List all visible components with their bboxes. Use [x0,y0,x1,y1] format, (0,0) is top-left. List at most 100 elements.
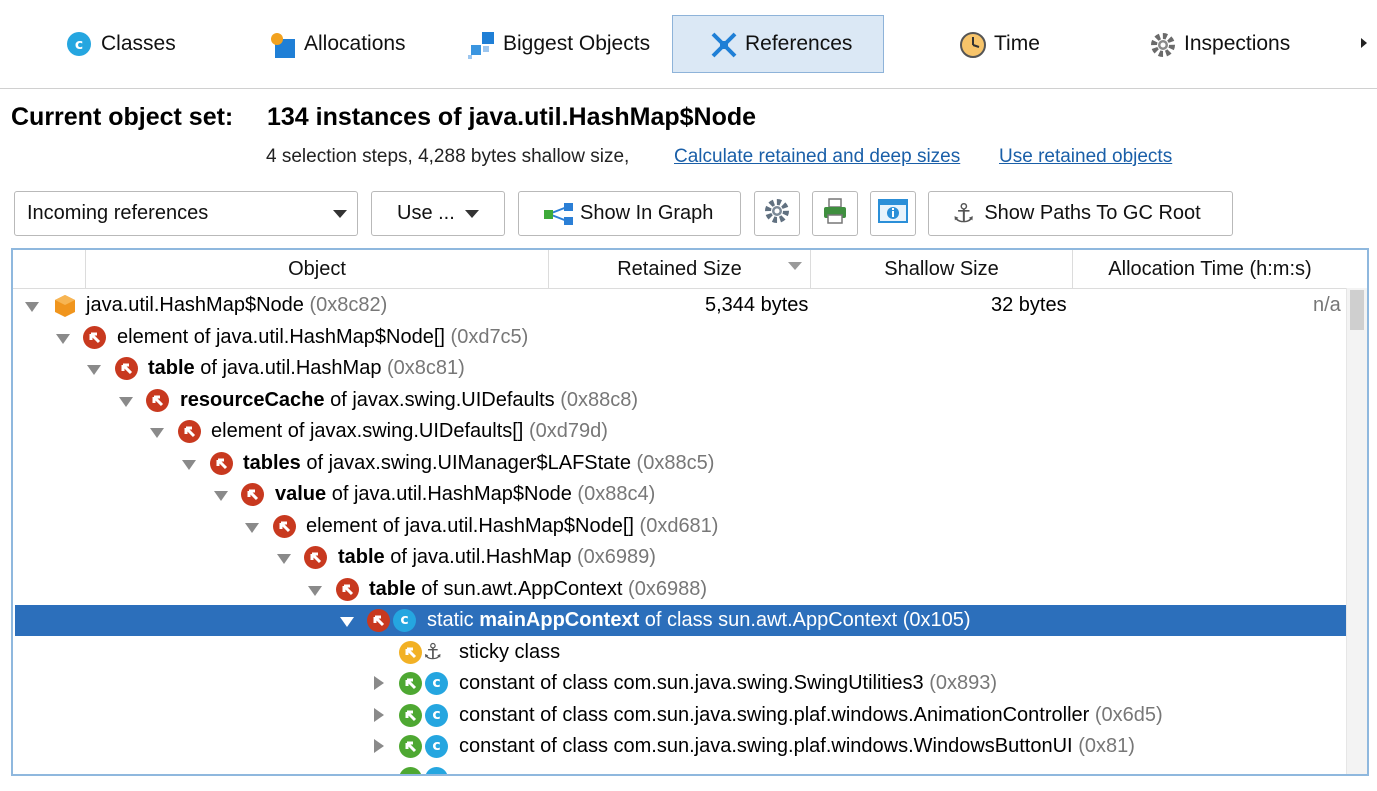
anchor-icon: ⚓ [952,198,976,229]
graph-icon [543,202,575,226]
printer-icon [821,197,849,231]
collapsed-arrow-icon[interactable] [374,676,384,690]
class-icon: c [393,609,416,632]
use-button-label: Use ... [397,202,455,224]
tree-row[interactable]: table of java.util.HashMap (0x8c81) [15,353,1346,384]
object-label: resourceCache of javax.swing.UIDefaults … [180,389,639,411]
tab-time-label: Time [994,32,1040,55]
incoming-reference-icon [273,515,296,538]
tree-row[interactable]: resourceCache of javax.swing.UIDefaults … [15,385,1346,416]
collapsed-arrow-icon[interactable] [374,708,384,722]
show-paths-to-gc-root-label: Show Paths To GC Root [984,202,1201,224]
column-header-shallow-size[interactable]: Shallow Size [810,250,1072,288]
expand-arrow-icon[interactable] [182,460,196,470]
tree-row-partial[interactable] [15,763,1346,774]
tab-references[interactable]: References [672,15,884,73]
svg-text:c: c [75,37,83,53]
expand-arrow-icon[interactable] [56,334,70,344]
show-paths-to-gc-root-button[interactable]: ⚓ Show Paths To GC Root [928,191,1233,236]
chevron-down-icon [464,209,479,218]
tree-row[interactable]: table of sun.awt.AppContext (0x6988) [15,574,1346,605]
print-button[interactable] [812,191,858,236]
column-header-retained-size[interactable]: Retained Size [548,250,810,288]
tree-row[interactable]: ⚓ sticky class [15,637,1346,668]
tree-row[interactable]: table of java.util.HashMap (0x6989) [15,542,1346,573]
use-retained-objects-link[interactable]: Use retained objects [999,146,1172,168]
object-label: constant of class com.sun.java.swing.pla… [459,704,1163,726]
expand-arrow-icon[interactable] [87,365,101,375]
tree-row[interactable]: element of javax.swing.UIDefaults[] (0xd… [15,416,1346,447]
class-icon [425,767,448,774]
incoming-reference-icon [146,389,169,412]
object-label: table of java.util.HashMap (0x8c81) [148,357,465,379]
outgoing-reference-icon [399,672,422,695]
tab-classes[interactable]: c Classes [66,15,176,73]
column-header-allocation-time[interactable]: Allocation Time (h:m:s) [1072,250,1347,288]
vertical-scrollbar[interactable] [1346,288,1367,774]
tree-row[interactable]: value of java.util.HashMap$Node (0x88c4) [15,479,1346,510]
scrollbar-thumb[interactable] [1350,290,1364,330]
expand-arrow-icon[interactable] [214,491,228,501]
info-button[interactable] [870,191,916,236]
tab-inspections[interactable]: Inspections [1149,15,1290,73]
reference-mode-select[interactable]: Incoming references [14,191,358,236]
expand-arrow-icon[interactable] [150,428,164,438]
tree-row[interactable]: c constant of class com.sun.java.swing.S… [15,668,1346,699]
column-header-object[interactable]: Object [85,250,548,288]
object-label: element of javax.swing.UIDefaults[] (0xd… [211,420,608,442]
tree-row[interactable]: c constant of class com.sun.java.swing.p… [15,731,1346,762]
tree-row[interactable]: tables of javax.swing.UIManager$LAFState… [15,448,1346,479]
view-tab-bar: c Classes Allocations Biggest Objects Re… [0,0,1377,89]
expand-arrow-icon[interactable] [25,302,39,312]
tree-row[interactable]: java.util.HashMap$Node (0x8c82) 5,344 by… [15,290,1346,321]
references-tree-table[interactable]: Object Retained Size Shallow Size Alloca… [11,248,1369,776]
retained-size-cell: 5,344 bytes [705,294,809,316]
object-label: tables of javax.swing.UIManager$LAFState… [243,452,715,474]
outgoing-reference-icon [399,767,422,774]
sort-descending-icon [788,262,802,270]
expand-arrow-icon[interactable] [245,523,259,533]
tree-row[interactable]: element of java.util.HashMap$Node[] (0xd… [15,322,1346,353]
references-icon [710,31,737,58]
allocation-time-cell: n/a [1313,294,1341,316]
incoming-reference-icon [115,357,138,380]
selection-steps-text: 4 selection steps, 4,288 bytes shallow s… [266,146,630,167]
gc-root-reference-icon [399,641,422,664]
object-label: constant of class com.sun.java.swing.Swi… [459,672,998,694]
object-label: table of sun.awt.AppContext (0x6988) [369,578,707,600]
current-object-set-value: 134 instances of java.util.HashMap$Node [267,103,757,131]
table-header: Object Retained Size Shallow Size Alloca… [13,250,1367,289]
current-object-set-label: Current object set: [11,103,234,131]
expand-arrow-icon[interactable] [277,554,291,564]
settings-button[interactable] [754,191,800,236]
use-button[interactable]: Use ... [371,191,505,236]
tab-classes-label: Classes [101,32,176,55]
tab-biggest-objects[interactable]: Biggest Objects [468,15,650,73]
calculate-retained-sizes-link[interactable]: Calculate retained and deep sizes [674,146,960,168]
time-icon [959,31,986,58]
tab-inspections-label: Inspections [1184,32,1291,55]
classes-icon: c [66,31,92,57]
show-in-graph-button[interactable]: Show In Graph [518,191,741,236]
inspections-icon [1149,31,1175,57]
outgoing-reference-icon [399,735,422,758]
object-label: java.util.HashMap$Node (0x8c82) [86,294,388,316]
anchor-icon: ⚓ [423,640,443,665]
tree-row-selected[interactable]: c static mainAppContext of class sun.awt… [15,605,1346,636]
tree-row[interactable]: element of java.util.HashMap$Node[] (0xd… [15,511,1346,542]
incoming-reference-icon [304,546,327,569]
expand-arrow-icon[interactable] [119,397,133,407]
tab-biggest-objects-label: Biggest Objects [503,32,651,55]
incoming-reference-icon [367,609,390,632]
object-label: element of java.util.HashMap$Node[] (0xd… [117,326,529,348]
object-label: static mainAppContext of class sun.awt.A… [427,609,971,631]
more-tabs-arrow-icon[interactable] [1361,38,1367,48]
collapsed-arrow-icon[interactable] [374,739,384,753]
expand-arrow-icon[interactable] [308,586,322,596]
expand-arrow-icon[interactable] [340,617,354,627]
reference-mode-value: Incoming references [27,202,209,224]
tab-allocations[interactable]: Allocations [269,15,406,73]
object-label: element of java.util.HashMap$Node[] (0xd… [306,515,719,537]
tab-time[interactable]: Time [959,15,1040,73]
tree-row[interactable]: c constant of class com.sun.java.swing.p… [15,700,1346,731]
